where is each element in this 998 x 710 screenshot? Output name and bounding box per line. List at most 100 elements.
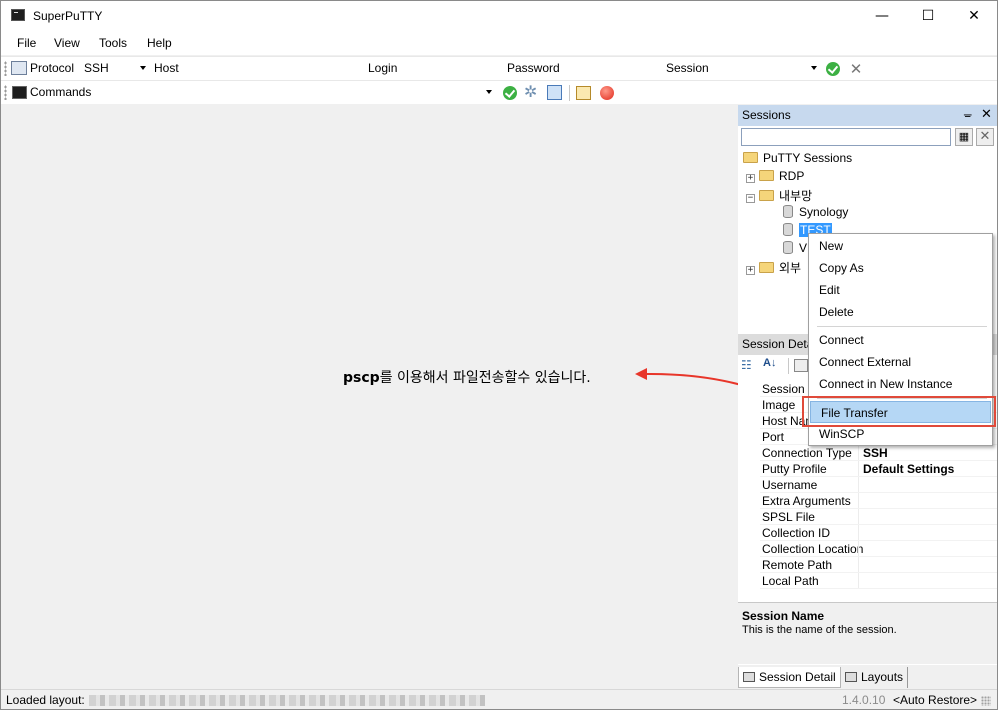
settings-gear-icon[interactable]: ✲ xyxy=(524,84,540,100)
collapse-icon[interactable]: − xyxy=(746,194,755,203)
refresh-icon[interactable] xyxy=(547,85,562,100)
tree-item-label: Synology xyxy=(799,205,849,219)
toolbar-separator xyxy=(788,358,789,374)
tree-root[interactable]: PuTTY Sessions xyxy=(743,151,852,169)
menu-view[interactable]: View xyxy=(54,36,80,50)
tab-label: Session Detail xyxy=(759,670,836,684)
folder-open-icon xyxy=(743,152,758,163)
toolbar-separator xyxy=(569,85,570,101)
chevron-down-icon xyxy=(486,90,492,94)
panel-tabs: Session Detail Layouts xyxy=(738,665,997,689)
maximize-button[interactable]: ☐ xyxy=(905,1,951,32)
prop-name: Local Path xyxy=(762,574,819,588)
prop-name: Username xyxy=(762,478,818,492)
prop-value: Default Settings xyxy=(863,462,955,476)
menu-item-edit[interactable]: Edit xyxy=(809,279,992,301)
prop-row[interactable]: Remote Path xyxy=(738,557,997,573)
menu-item-copy-as[interactable]: Copy As xyxy=(809,257,992,279)
send-command-icon[interactable] xyxy=(503,86,517,100)
login-input[interactable] xyxy=(402,59,502,78)
password-input[interactable] xyxy=(562,59,661,78)
edit-note-icon[interactable] xyxy=(576,86,591,100)
prop-row[interactable]: Connection Type SSH xyxy=(738,445,997,461)
resize-grip-icon[interactable] xyxy=(981,696,991,706)
tree-item-v[interactable]: V xyxy=(783,241,807,259)
prop-row[interactable]: Local Path xyxy=(738,573,997,589)
stop-icon[interactable] xyxy=(600,86,614,100)
binoculars-icon[interactable]: ▦ xyxy=(955,128,973,146)
commands-input[interactable] xyxy=(97,83,495,102)
tab-layouts[interactable]: Layouts xyxy=(841,667,909,688)
minimize-button[interactable]: — xyxy=(859,1,905,32)
terminal-icon xyxy=(12,86,27,99)
close-button[interactable]: ✕ xyxy=(951,1,997,32)
menu-item-connect-new-instance[interactable]: Connect in New Instance xyxy=(809,373,992,395)
tree-item-synology[interactable]: Synology xyxy=(783,205,848,223)
tab-session-detail[interactable]: Session Detail xyxy=(738,667,841,688)
session-search-input[interactable] xyxy=(741,128,951,146)
protocol-value: SSH xyxy=(84,61,109,75)
session-icon xyxy=(783,241,793,254)
auto-restore-text[interactable]: <Auto Restore> xyxy=(893,693,977,707)
host-label: Host xyxy=(154,61,179,75)
panel-close-icon[interactable]: ✕ xyxy=(981,107,992,122)
property-description: Session Name This is the name of the ses… xyxy=(738,602,997,664)
loaded-layout-label: Loaded layout: xyxy=(6,693,85,707)
prop-row[interactable]: SPSL File xyxy=(738,509,997,525)
session-select[interactable] xyxy=(711,59,821,78)
highlight-box xyxy=(802,396,996,427)
prop-row[interactable]: Username xyxy=(738,477,997,493)
prop-name: SPSL File xyxy=(762,510,815,524)
annotation-bold: pscp xyxy=(343,370,380,386)
session-detail-title: Session Detai xyxy=(742,337,817,351)
categorized-icon[interactable]: ☷ xyxy=(741,358,757,374)
tree-item-label: V xyxy=(799,241,808,255)
folder-icon xyxy=(759,170,774,181)
sessions-title: Sessions xyxy=(742,108,791,122)
prop-row[interactable]: Putty Profile Default Settings xyxy=(738,461,997,477)
host-input[interactable] xyxy=(183,59,363,78)
expand-icon[interactable]: + xyxy=(746,266,755,275)
computer-icon xyxy=(11,61,27,75)
menu-item-delete[interactable]: Delete xyxy=(809,301,992,323)
prop-row[interactable]: Collection ID xyxy=(738,525,997,541)
connect-check-icon[interactable] xyxy=(826,62,840,76)
prop-name: Image xyxy=(762,398,796,412)
tree-item-label: RDP xyxy=(779,169,805,183)
expand-icon[interactable]: + xyxy=(746,174,755,183)
toolbar-grip[interactable] xyxy=(4,61,7,76)
pin-icon[interactable]: ᚚ xyxy=(964,108,972,121)
prop-row[interactable]: Collection Location xyxy=(738,541,997,557)
tree-item-external[interactable]: + 외부 xyxy=(746,259,801,277)
session-label: Session xyxy=(666,61,709,75)
tree-root-label: PuTTY Sessions xyxy=(763,151,853,165)
protocol-label: Protocol xyxy=(30,61,75,75)
sessions-panel-header: Sessions ᚚ ✕ xyxy=(738,105,997,126)
menu-bar: File View Tools Help xyxy=(1,32,997,55)
superputty-window: SuperPuTTY — ☐ ✕ File View Tools Help Pr… xyxy=(0,0,998,710)
clear-search-icon[interactable]: ✕ xyxy=(976,128,994,146)
protocol-select[interactable]: SSH xyxy=(81,59,149,78)
prop-row[interactable]: Extra Arguments xyxy=(738,493,997,509)
menu-item-new[interactable]: New xyxy=(809,235,992,257)
tree-item-label: 내부망 xyxy=(779,189,813,203)
folder-icon xyxy=(759,262,774,273)
property-pages-icon[interactable] xyxy=(794,359,808,372)
menu-help[interactable]: Help xyxy=(147,36,172,50)
tree-item-rdp[interactable]: + RDP xyxy=(746,169,804,187)
menu-file[interactable]: File xyxy=(17,36,36,50)
tree-item-label: 외부 xyxy=(779,261,802,275)
clear-x-icon[interactable]: ✕ xyxy=(849,62,863,77)
sort-az-icon[interactable]: A↓ xyxy=(763,357,776,369)
tree-item-internal[interactable]: − 내부망 xyxy=(746,187,812,205)
password-label: Password xyxy=(507,61,560,75)
menu-tools[interactable]: Tools xyxy=(99,36,127,50)
menu-separator xyxy=(817,326,987,327)
toolbar-grip[interactable] xyxy=(4,85,7,100)
prop-name: Putty Profile xyxy=(762,462,827,476)
prop-name: Collection ID xyxy=(762,526,831,540)
menu-item-connect-external[interactable]: Connect External xyxy=(809,351,992,373)
menu-item-connect[interactable]: Connect xyxy=(809,329,992,351)
commands-label: Commands xyxy=(30,85,92,99)
window-icon xyxy=(743,672,755,682)
